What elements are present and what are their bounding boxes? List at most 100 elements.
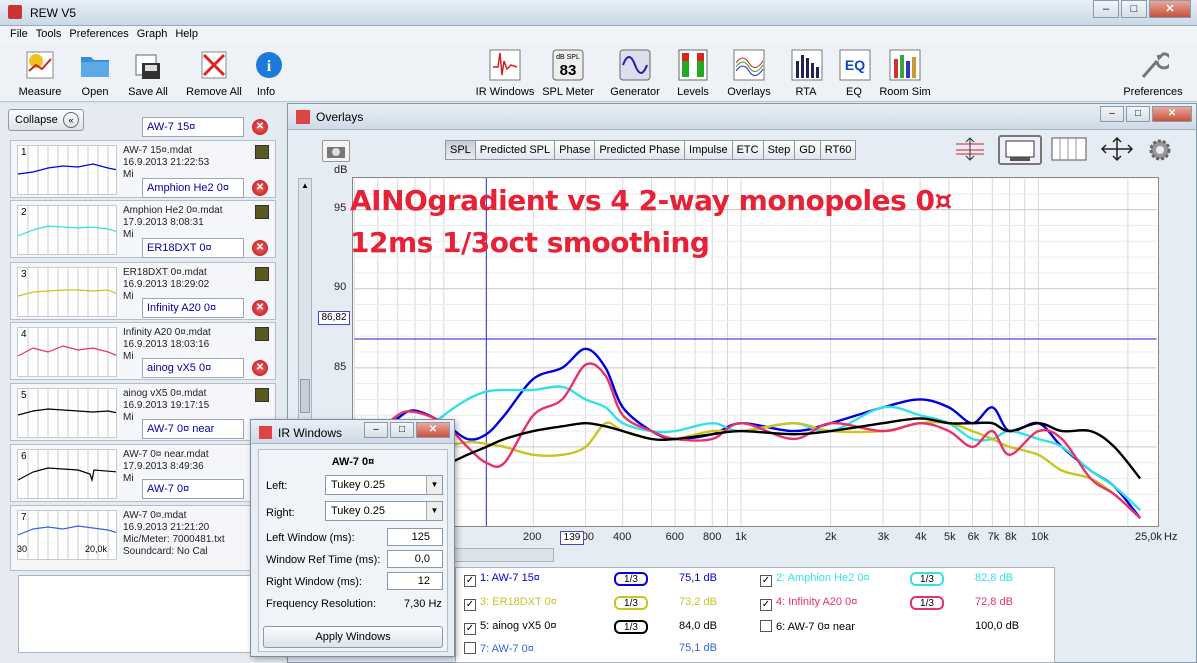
spl-meter-button[interactable]: dB SPL 83 SPL Meter [542, 48, 594, 98]
ir-maximize-button[interactable]: □ [390, 422, 414, 438]
remove-measurement-icon[interactable]: ✕ [252, 240, 268, 256]
legend-entry[interactable]: 7: AW-7 0¤ [464, 642, 534, 655]
measurement-info: AW-7 15¤.mdat 16.9.2013 21:22:53 Mi [123, 145, 209, 181]
save-all-button[interactable]: Save All [124, 48, 172, 98]
legend-checkbox[interactable]: ✓ [760, 599, 772, 611]
smoothing-indicator[interactable]: 1/3 [614, 596, 648, 610]
legend-checkbox[interactable]: ✓ [464, 575, 476, 587]
x-tick-label: 4k [915, 531, 927, 543]
ir-windows-button[interactable]: IR Windows [474, 48, 536, 98]
legend-checkbox[interactable] [760, 620, 772, 632]
legend-checkbox[interactable]: ✓ [760, 575, 772, 587]
smoothing-indicator[interactable]: 1/3 [614, 620, 648, 634]
maximize-button[interactable]: □ [1121, 0, 1147, 18]
smoothing-indicator[interactable]: 1/3 [910, 596, 944, 610]
overlays-maximize-button[interactable]: □ [1126, 106, 1150, 122]
open-button[interactable]: Open [74, 48, 116, 98]
levels-button[interactable]: Levels [674, 48, 712, 98]
tab-rt60[interactable]: RT60 [819, 140, 857, 160]
minimize-button[interactable]: ‒ [1093, 0, 1119, 18]
tab-etc[interactable]: ETC [731, 140, 764, 160]
notes-area[interactable] [18, 575, 276, 653]
menu-graph[interactable]: Graph [137, 26, 168, 44]
fit-vertical-button[interactable] [952, 136, 988, 162]
menu-preferences[interactable]: Preferences [69, 26, 128, 44]
legend-entry[interactable]: ✓ 2: Amphion He2 0¤ [760, 572, 870, 587]
legend-entry[interactable]: ✓ 4: Infinity A20 0¤ [760, 596, 857, 611]
measurement-name-field-aw7-0[interactable]: AW-7 0¤ [142, 479, 244, 499]
spl-meter-label: SPL Meter [542, 86, 594, 98]
room-sim-button[interactable]: Room Sim [878, 48, 932, 98]
measurement-name-field-aw7-near[interactable]: AW-7 0¤ near [142, 419, 244, 439]
overlays-minimize-button[interactable]: ‒ [1100, 106, 1124, 122]
ref-time-input[interactable]: 0,0 [387, 550, 443, 568]
measurement-name-field-ainog-vx5[interactable]: ainog vX5 0¤ [142, 358, 244, 378]
tab-phase[interactable]: Phase [554, 140, 596, 160]
generator-button[interactable]: Generator [608, 48, 662, 98]
measurement-lock-icon[interactable] [255, 388, 269, 402]
legend-label: 7: AW-7 0¤ [480, 643, 534, 655]
legend-entry[interactable]: ✓ 1: AW-7 15¤ [464, 572, 540, 587]
legend-entry[interactable]: ✓ 3: ER18DXT 0¤ [464, 596, 557, 611]
tab-step[interactable]: Step [762, 140, 796, 160]
y-tick-label: 90 [334, 281, 347, 294]
remove-all-button[interactable]: Remove All [184, 48, 244, 98]
measurement-name-field-er18dxt[interactable]: ER18DXT 0¤ [142, 238, 244, 258]
right-window-ms-input[interactable]: 12 [387, 572, 443, 590]
legend-checkbox[interactable]: ✓ [464, 599, 476, 611]
remove-measurement-icon[interactable]: ✕ [252, 119, 268, 135]
generator-label: Generator [610, 86, 660, 98]
remove-measurement-icon[interactable]: ✕ [252, 300, 268, 316]
measurement-card-aw7-0[interactable]: 7 30 20,0k AW-7 0¤.mdat 16.9.2013 21:21:20 Mi… [10, 505, 276, 571]
fit-all-button[interactable] [1098, 136, 1136, 162]
cursor-x-readout: 139 [560, 531, 584, 545]
legend-entry[interactable]: 6: AW-7 0¤ near [760, 620, 855, 633]
columns-button[interactable] [1050, 136, 1088, 162]
menu-file[interactable]: File [10, 26, 28, 44]
measurement-extra2: Soundcard: No Cal [123, 546, 208, 557]
tab-predicted-spl[interactable]: Predicted SPL [474, 140, 556, 160]
settings-button[interactable] [1148, 138, 1172, 162]
right-window-select[interactable]: Tukey 0.25 ▼ [325, 501, 443, 521]
overlays-window-icon [296, 110, 310, 124]
legend-entry[interactable]: ✓ 5: ainog vX5 0¤ [464, 620, 556, 635]
smoothing-indicator[interactable]: 1/3 [910, 572, 944, 586]
measurement-name-field-amphion-he2[interactable]: Amphion He2 0¤ [142, 178, 244, 198]
folder-icon [78, 48, 112, 82]
preferences-button[interactable]: Preferences [1120, 48, 1186, 98]
apply-windows-button[interactable]: Apply Windows [263, 626, 443, 648]
overlays-close-button[interactable]: ✕ [1152, 106, 1192, 122]
tab-predicted-phase[interactable]: Predicted Phase [594, 140, 686, 160]
menu-help[interactable]: Help [175, 26, 198, 44]
graph-view-button[interactable] [998, 135, 1042, 165]
measurement-lock-icon[interactable] [255, 145, 269, 159]
eq-button[interactable]: EQ EQ [838, 48, 871, 98]
camera-button[interactable] [322, 140, 350, 162]
measurement-lock-icon[interactable] [255, 327, 269, 341]
measurement-lock-icon[interactable] [255, 267, 269, 281]
ir-minimize-button[interactable]: ‒ [364, 422, 388, 438]
remove-measurement-icon[interactable]: ✕ [252, 180, 268, 196]
tab-spl[interactable]: SPL [445, 140, 476, 160]
ir-close-button[interactable]: ✕ [416, 422, 450, 438]
legend-checkbox[interactable]: ✓ [464, 623, 476, 635]
spl-meter-value: 83 [560, 62, 577, 79]
smoothing-indicator[interactable]: 1/3 [614, 572, 648, 586]
left-window-ms-input[interactable]: 125 [387, 528, 443, 546]
legend-checkbox[interactable] [464, 642, 476, 654]
overlays-button[interactable]: Overlays [724, 48, 774, 98]
close-button[interactable]: ✕ [1149, 0, 1191, 18]
vertical-scroll-thumb[interactable] [300, 379, 310, 413]
remove-measurement-icon[interactable]: ✕ [252, 360, 268, 376]
menu-tools[interactable]: Tools [36, 26, 62, 44]
measurement-name-field-aw7-15[interactable]: AW-7 15¤ [142, 117, 244, 137]
tab-gd[interactable]: GD [794, 140, 821, 160]
measurement-name-field-infinity-a20[interactable]: Infinity A20 0¤ [142, 298, 244, 318]
info-button[interactable]: i Info [252, 48, 282, 98]
collapse-button[interactable]: Collapse « [8, 109, 84, 131]
rta-button[interactable]: RTA [790, 48, 823, 98]
left-window-select[interactable]: Tukey 0.25 ▼ [325, 475, 443, 495]
measurement-lock-icon[interactable] [255, 205, 269, 219]
tab-impulse[interactable]: Impulse [684, 140, 733, 160]
measure-button[interactable]: Measure [14, 48, 66, 98]
